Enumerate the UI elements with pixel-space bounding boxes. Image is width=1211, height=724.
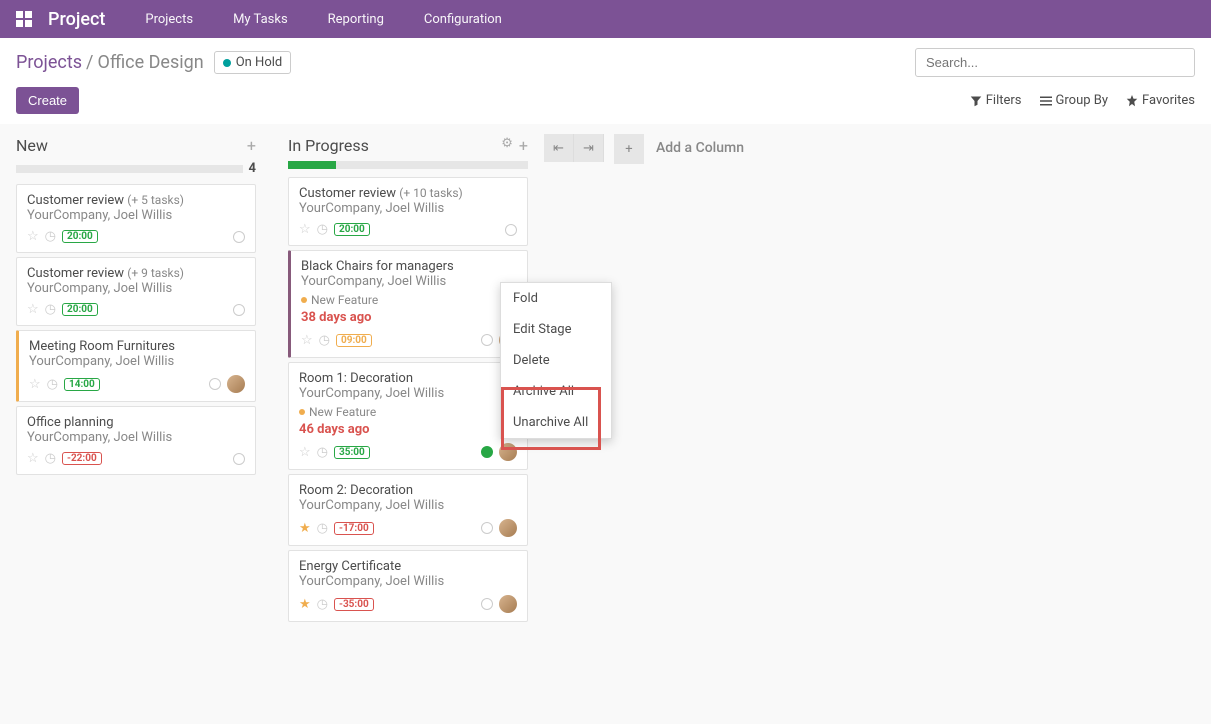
- star-icon[interactable]: ☆: [27, 302, 39, 317]
- star-icon[interactable]: ☆: [29, 377, 41, 392]
- overdue-label: 38 days ago: [301, 310, 517, 325]
- hours-pill: 14:00: [64, 378, 100, 391]
- star-icon[interactable]: ☆: [299, 222, 311, 237]
- dropdown-fold[interactable]: Fold: [501, 283, 611, 314]
- filter-icon: [970, 95, 982, 107]
- star-icon[interactable]: ☆: [299, 445, 311, 460]
- state-circle[interactable]: [233, 231, 245, 243]
- state-circle[interactable]: [233, 304, 245, 316]
- task-card[interactable]: Customer review (+ 10 tasks) YourCompany…: [288, 177, 528, 246]
- dropdown-edit-stage[interactable]: Edit Stage: [501, 314, 611, 345]
- status-dot-icon: [223, 59, 231, 67]
- task-card[interactable]: Room 1: Decoration YourCompany, Joel Wil…: [288, 362, 528, 470]
- groupby-button[interactable]: Group By: [1040, 93, 1109, 108]
- tag: New Feature: [301, 293, 378, 307]
- status-badge[interactable]: On Hold: [214, 51, 292, 74]
- hours-pill: 35:00: [334, 446, 370, 459]
- state-circle[interactable]: [481, 598, 493, 610]
- column-title[interactable]: New: [16, 136, 48, 155]
- clock-icon[interactable]: ◷: [317, 222, 328, 237]
- search-input[interactable]: [915, 48, 1195, 77]
- breadcrumb-separator: /: [86, 52, 93, 73]
- avatar[interactable]: [499, 519, 517, 537]
- task-card[interactable]: Customer review (+ 9 tasks) YourCompany,…: [16, 257, 256, 326]
- add-column-button[interactable]: +: [614, 134, 644, 164]
- clock-icon[interactable]: ◷: [47, 377, 58, 392]
- state-circle[interactable]: [481, 446, 493, 458]
- kanban-column-new: New + 4 Customer review (+ 5 tasks) Your…: [0, 124, 272, 724]
- hours-pill: 20:00: [334, 223, 370, 236]
- task-card[interactable]: Room 2: Decoration YourCompany, Joel Wil…: [288, 474, 528, 546]
- list-icon: [1040, 95, 1052, 107]
- state-circle[interactable]: [233, 453, 245, 465]
- breadcrumb-current: Office Design: [97, 52, 203, 73]
- clock-icon[interactable]: ◷: [317, 521, 328, 536]
- column-title[interactable]: In Progress: [288, 136, 369, 155]
- clock-icon[interactable]: ◷: [317, 445, 328, 460]
- hours-pill: 20:00: [62, 303, 98, 316]
- tag: New Feature: [299, 405, 376, 419]
- task-card[interactable]: Black Chairs for managers YourCompany, J…: [288, 250, 528, 358]
- nav-brand[interactable]: Project: [48, 9, 105, 30]
- hours-pill: -22:00: [62, 452, 102, 465]
- hours-pill: -17:00: [334, 522, 374, 535]
- arrow-left-icon[interactable]: ⇤: [544, 134, 574, 162]
- avatar[interactable]: [499, 595, 517, 613]
- hours-pill: 09:00: [336, 334, 372, 347]
- filters-button[interactable]: Filters: [970, 93, 1022, 108]
- task-card[interactable]: Office planning YourCompany, Joel Willis…: [16, 406, 256, 475]
- gear-icon[interactable]: ⚙: [501, 136, 513, 155]
- state-circle[interactable]: [505, 224, 517, 236]
- filter-group: Filters Group By Favorites: [970, 93, 1195, 108]
- star-icon[interactable]: ☆: [27, 229, 39, 244]
- arrow-right-icon[interactable]: ⇥: [574, 134, 604, 162]
- star-icon[interactable]: ★: [299, 597, 311, 612]
- column-dropdown: Fold Edit Stage Delete Archive All Unarc…: [500, 282, 612, 439]
- nav-reporting[interactable]: Reporting: [328, 12, 384, 27]
- star-icon[interactable]: ★: [299, 521, 311, 536]
- navbar: Project Projects My Tasks Reporting Conf…: [0, 0, 1211, 38]
- state-circle[interactable]: [209, 378, 221, 390]
- clock-icon[interactable]: ◷: [317, 597, 328, 612]
- avatar[interactable]: [499, 443, 517, 461]
- dropdown-unarchive-all[interactable]: Unarchive All: [501, 407, 611, 438]
- add-column: + Add a Column: [604, 124, 876, 724]
- avatar[interactable]: [227, 375, 245, 393]
- breadcrumb: Projects / Office Design On Hold: [16, 51, 291, 74]
- task-card[interactable]: Meeting Room Furnitures YourCompany, Joe…: [16, 330, 256, 402]
- kanban-board: New + 4 Customer review (+ 5 tasks) Your…: [0, 124, 1211, 724]
- add-column-label[interactable]: Add a Column: [656, 134, 744, 156]
- star-icon: [1126, 95, 1138, 107]
- nav-my-tasks[interactable]: My Tasks: [233, 12, 288, 27]
- column-add-icon[interactable]: +: [519, 136, 528, 155]
- clock-icon[interactable]: ◷: [319, 333, 330, 348]
- star-icon[interactable]: ☆: [301, 333, 313, 348]
- dropdown-archive-all[interactable]: Archive All: [501, 376, 611, 407]
- breadcrumb-parent[interactable]: Projects: [16, 52, 82, 73]
- column-add-icon[interactable]: +: [247, 136, 256, 155]
- control-panel: Projects / Office Design On Hold Create …: [0, 38, 1211, 124]
- overdue-label: 46 days ago: [299, 422, 517, 437]
- clock-icon[interactable]: ◷: [45, 229, 56, 244]
- nav-projects[interactable]: Projects: [145, 12, 193, 27]
- progress-bar: [288, 161, 528, 169]
- apps-icon[interactable]: [16, 11, 32, 27]
- favorites-button[interactable]: Favorites: [1126, 93, 1195, 108]
- state-circle[interactable]: [481, 334, 493, 346]
- progress-bar: [16, 165, 243, 173]
- create-button[interactable]: Create: [16, 87, 79, 114]
- star-icon[interactable]: ☆: [27, 451, 39, 466]
- dropdown-delete[interactable]: Delete: [501, 345, 611, 376]
- clock-icon[interactable]: ◷: [45, 451, 56, 466]
- nav-configuration[interactable]: Configuration: [424, 12, 502, 27]
- column-count: 4: [249, 161, 256, 176]
- hours-pill: 20:00: [62, 230, 98, 243]
- state-circle[interactable]: [481, 522, 493, 534]
- status-text: On Hold: [236, 55, 283, 70]
- search-box: [915, 48, 1195, 77]
- task-card[interactable]: Customer review (+ 5 tasks) YourCompany,…: [16, 184, 256, 253]
- hours-pill: -35:00: [334, 598, 374, 611]
- clock-icon[interactable]: ◷: [45, 302, 56, 317]
- task-card[interactable]: Energy Certificate YourCompany, Joel Wil…: [288, 550, 528, 622]
